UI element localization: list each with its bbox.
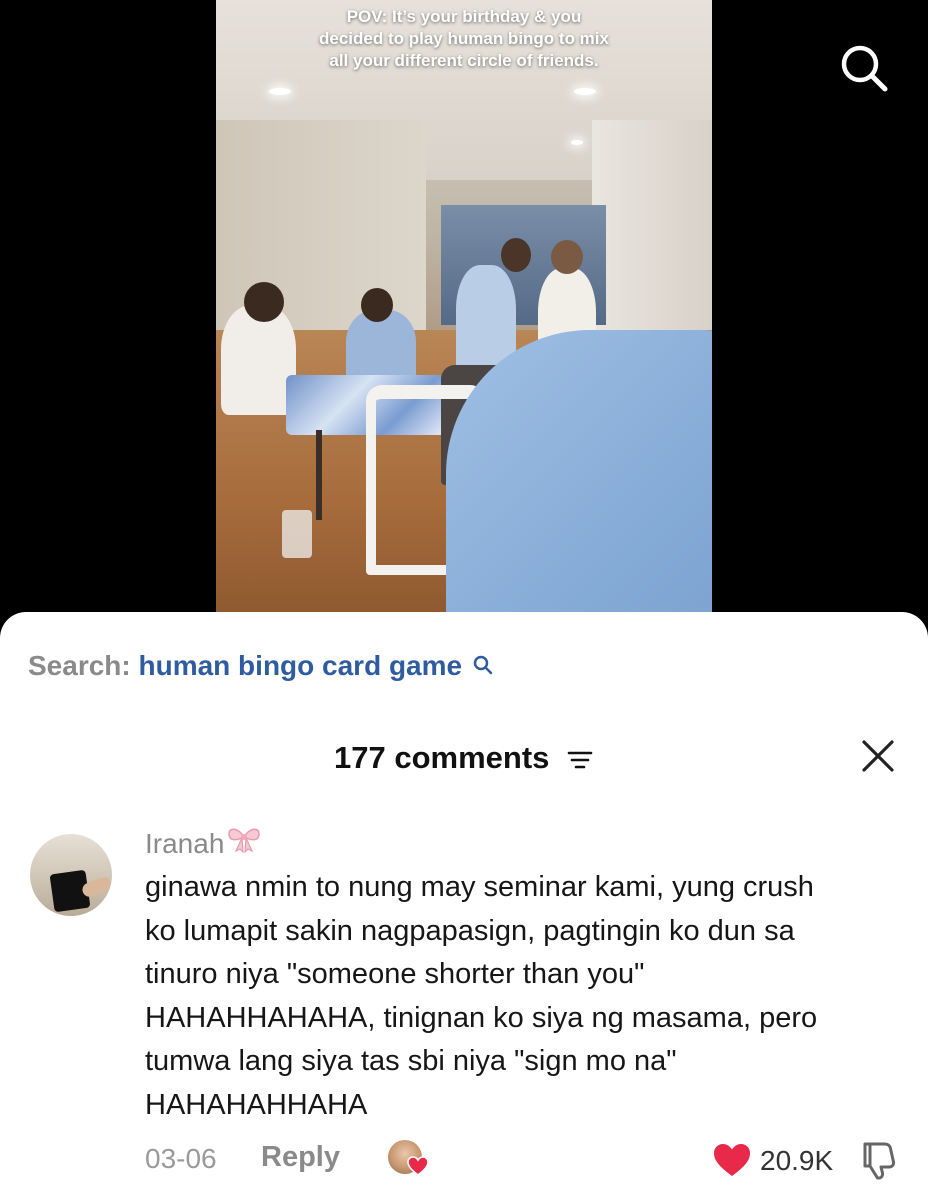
plastic-jug: [282, 510, 312, 558]
comment-line: HAHAHHAHAHA, tinignan ko siya ng masama,…: [145, 1001, 818, 1034]
search-suggestion-prefix: Search:: [28, 650, 131, 681]
comment-line: HAHAHAHHAHA: [145, 1088, 368, 1121]
search-suggestion-term[interactable]: human bingo card game: [139, 650, 463, 681]
person-head: [244, 282, 284, 322]
heart-mini-icon: [407, 1156, 429, 1181]
dislike-thumb-icon[interactable]: [857, 1138, 901, 1182]
person-head: [551, 240, 583, 274]
video-player[interactable]: POV: It’s your birthday & you decided to…: [0, 0, 928, 640]
ceiling-light: [269, 88, 291, 95]
ceiling-light: [574, 88, 596, 95]
sort-filter-icon[interactable]: [567, 748, 593, 772]
search-small-icon: [472, 651, 494, 683]
person-head: [501, 238, 531, 272]
comment-text: ginawa nmin to nung may seminar kami, yu…: [145, 866, 905, 1127]
search-suggestion-link[interactable]: Search: human bingo card game: [28, 650, 494, 683]
caption-line: decided to play human bingo to mix: [319, 29, 609, 48]
comment-username[interactable]: Iranah: [145, 828, 262, 860]
table-leg: [316, 430, 322, 520]
reply-button[interactable]: Reply: [261, 1141, 340, 1174]
comment-username-text[interactable]: Iranah: [145, 828, 224, 859]
like-count: 20.9K: [760, 1145, 834, 1176]
comment-line: tumwa lang siya tas sbi niya "sign mo na…: [145, 1045, 677, 1077]
comment-line: ko lumapit sakin nagpapasign, pagtingin …: [145, 914, 795, 947]
like-button[interactable]: [712, 1138, 752, 1182]
heart-icon[interactable]: [712, 1142, 752, 1178]
close-icon[interactable]: [860, 738, 896, 774]
caption-line: POV: It’s your birthday & you: [346, 7, 582, 26]
ceiling-light: [571, 140, 583, 145]
comment-line: tinuro niya "someone shorter than you": [145, 958, 645, 990]
comment-date: 03-06: [145, 1143, 217, 1174]
comments-count-title: 177 comments: [334, 740, 550, 775]
comments-header: 177 comments: [0, 736, 928, 780]
ribbon-bow-icon: [226, 825, 262, 860]
search-icon[interactable]: [838, 42, 890, 94]
video-frame[interactable]: [216, 0, 712, 612]
person-white-hoodie: [221, 305, 296, 415]
caption-line: all your different circle of friends.: [329, 51, 599, 70]
liked-by-creator-badge: [388, 1138, 432, 1178]
commenter-avatar[interactable]: [30, 834, 112, 916]
comment-line: ginawa nmin to nung may seminar kami, yu…: [145, 871, 814, 903]
video-caption: POV: It’s your birthday & you decided to…: [216, 6, 712, 72]
person-head: [361, 288, 393, 322]
